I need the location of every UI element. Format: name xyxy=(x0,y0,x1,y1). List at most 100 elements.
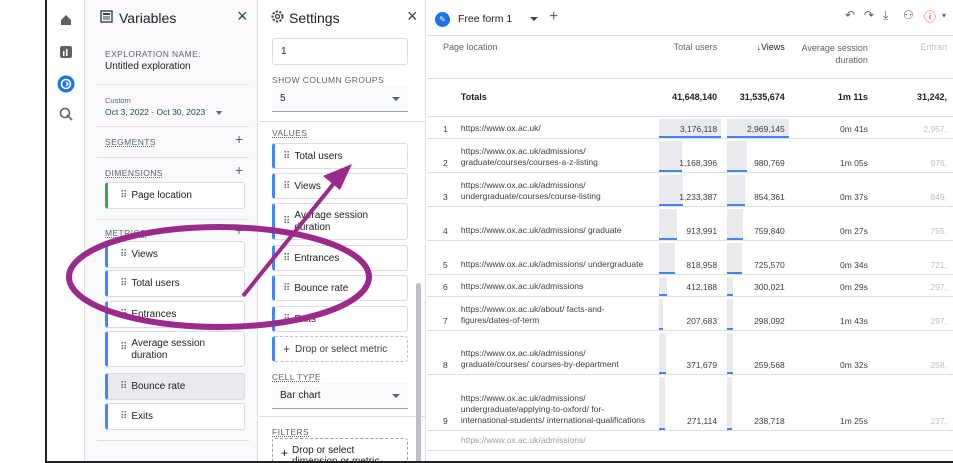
redo-icon[interactable]: ↷ xyxy=(864,8,874,22)
table-row[interactable]: 6 https://www.ox.ac.uk/admissions 412,188 3… xyxy=(427,274,953,297)
table-row[interactable]: 3 https://www.ox.ac.uk/admissions/ underg… xyxy=(427,172,953,207)
metric-chip-exits[interactable]: ⠿ Exits xyxy=(105,403,245,430)
views-cell-text: 854,361 xyxy=(754,191,785,202)
drag-handle-icon[interactable]: ⠿ xyxy=(283,253,290,264)
exploration-name-label: EXPLORATION NAME: xyxy=(105,49,201,59)
free-form-table: Page location Total users ↓Views Average… xyxy=(427,36,953,451)
drag-handle-icon[interactable]: ⠿ xyxy=(120,309,127,320)
table-row[interactable]: 1 https://www.ox.ac.uk/3,176,118 2,969,145… xyxy=(427,116,953,139)
total-users-cell: 1,233,387 xyxy=(657,172,726,207)
reports-icon[interactable] xyxy=(56,42,76,62)
views-cell-text: 2,969,145 xyxy=(746,123,785,134)
cell-type-value: Bar chart xyxy=(280,390,321,401)
table-row[interactable]: 8 https://www.ox.ac.uk/admissions/ gradua… xyxy=(427,330,953,375)
value-chip-average-session-duration[interactable]: ⠿ Average session duration xyxy=(272,203,408,240)
value-chip-entrances[interactable]: ⠿ Entrances xyxy=(272,245,408,271)
drag-handle-icon[interactable]: ⠿ xyxy=(283,151,290,162)
drag-handle-icon[interactable]: ⠿ xyxy=(283,314,290,325)
download-icon[interactable]: ⤓ xyxy=(883,8,888,23)
entrances-cell-text: 976, xyxy=(930,157,947,168)
drag-handle-icon[interactable]: ⠿ xyxy=(120,342,127,353)
metric-chip-entrances[interactable]: ⠿ Entrances xyxy=(105,301,245,328)
dimension-chip[interactable]: ⠿ Page location xyxy=(105,182,245,209)
table-row[interactable]: 7 https://www.ox.ac.uk/about/ facts-and-f… xyxy=(427,296,953,331)
tab-free-form-1[interactable]: ✎ Free form 1 xyxy=(435,8,539,30)
cell-type-select[interactable]: Bar chart xyxy=(272,383,408,409)
settings-scrollbar[interactable] xyxy=(416,283,421,461)
date-range-picker[interactable]: Oct 3, 2022 - Oct 30, 2023 xyxy=(105,107,222,117)
page-location-cell-text: https://www.ox.ac.uk/admissions/ graduat… xyxy=(460,347,619,369)
metric-chip-total-users[interactable]: ⠿ Total users xyxy=(105,270,245,297)
total-users-cell-text: 913,991 xyxy=(686,225,718,236)
share-icon[interactable]: ⚇ xyxy=(903,8,914,22)
table-row[interactable]: 5 https://www.ox.ac.uk/admissions/ underg… xyxy=(427,240,953,275)
header-average-session-duration[interactable]: Average session duration xyxy=(792,36,876,79)
close-icon[interactable]: × xyxy=(237,6,248,27)
value-chip-total-users[interactable]: ⠿ Total users xyxy=(272,143,408,169)
divider xyxy=(259,416,425,417)
plus-icon: + xyxy=(281,446,289,460)
drag-handle-icon[interactable]: ⠿ xyxy=(283,216,290,227)
page-location-cell-text: https://www.ox.ac.uk/admissions/ graduat… xyxy=(460,145,598,167)
total-users-cell: 412,188 xyxy=(657,274,726,297)
close-icon[interactable]: × xyxy=(407,6,418,27)
home-icon[interactable] xyxy=(56,10,76,30)
rows-input[interactable]: 1 xyxy=(272,38,408,65)
entrances-cell: 721, xyxy=(875,240,953,275)
metric-chip-average-session-duration[interactable]: ⠿ Average session duration xyxy=(105,331,245,367)
header-total-users[interactable]: Total users xyxy=(657,36,726,79)
variables-panel: Variables × EXPLORATION NAME: Untitled e… xyxy=(85,0,258,461)
totals-label: Totals xyxy=(460,78,658,117)
undo-icon[interactable]: ↶ xyxy=(845,8,855,22)
header-views[interactable]: ↓Views xyxy=(725,36,793,79)
plus-icon: + xyxy=(283,342,291,356)
divider xyxy=(97,126,249,127)
add-metric-button[interactable]: + xyxy=(235,222,243,238)
views-cell-text: 259,568 xyxy=(754,359,785,370)
drag-handle-icon[interactable]: ⠿ xyxy=(120,411,127,422)
table-row[interactable]: https://www.ox.ac.uk/admissions/ xyxy=(427,430,953,451)
advertising-icon[interactable] xyxy=(56,104,76,124)
add-tab-button[interactable]: + xyxy=(549,8,558,26)
header-entrances[interactable]: Entran xyxy=(875,36,953,79)
header-page-location[interactable]: Page location xyxy=(427,36,658,79)
chevron-down-icon[interactable] xyxy=(530,17,539,21)
drag-handle-icon[interactable]: ⠿ xyxy=(120,190,127,201)
bar-fill xyxy=(727,242,743,272)
table-row[interactable]: 2 https://www.ox.ac.uk/admissions/ gradua… xyxy=(427,138,953,173)
value-chip-views[interactable]: ⠿ Views xyxy=(272,173,408,199)
explore-icon[interactable] xyxy=(56,74,76,94)
chevron-down-icon[interactable]: ▾ xyxy=(942,11,946,20)
settings-title: Settings xyxy=(289,10,340,26)
value-chip-bounce-rate[interactable]: ⠿ Bounce rate xyxy=(272,275,408,301)
entrances-cell: 258, xyxy=(875,330,953,375)
table-row[interactable]: 9 https://www.ox.ac.uk/admissions/ underg… xyxy=(427,374,953,431)
bar-fill xyxy=(727,174,746,204)
drag-handle-icon[interactable]: ⠿ xyxy=(120,381,127,392)
divider xyxy=(259,121,425,122)
metric-chip-views[interactable]: ⠿ Views xyxy=(105,241,245,268)
add-dimension-button[interactable]: + xyxy=(235,162,243,178)
page-location-cell: https://www.ox.ac.uk/ xyxy=(460,116,658,139)
drop-metric-target[interactable]: + Drop or select metric xyxy=(272,336,408,362)
exploration-name-input[interactable]: Untitled exploration xyxy=(105,61,191,72)
views-cell: 854,361 xyxy=(725,172,793,207)
entrances-cell: 297, xyxy=(875,274,953,297)
drag-handle-icon[interactable]: ⠿ xyxy=(283,181,290,192)
page-location-cell: https://www.ox.ac.uk/admissions/ graduat… xyxy=(460,206,658,241)
total-users-cell: 913,991 xyxy=(657,206,726,241)
drag-handle-icon[interactable]: ⠿ xyxy=(120,249,127,260)
drag-handle-icon[interactable]: ⠿ xyxy=(120,278,127,289)
totals-entrances: 31,242, xyxy=(875,78,953,117)
add-segment-button[interactable]: + xyxy=(235,131,243,147)
alert-icon[interactable]: ⓘ xyxy=(924,8,936,25)
table-row[interactable]: 4 https://www.ox.ac.uk/admissions/ gradua… xyxy=(427,206,953,241)
value-chip-exits[interactable]: ⠿ Exits xyxy=(272,306,408,332)
variables-title: Variables xyxy=(119,10,177,26)
drag-handle-icon[interactable]: ⠿ xyxy=(283,283,290,294)
entrances-cell-text: 849, xyxy=(930,191,947,202)
bar-fill xyxy=(727,332,734,372)
metric-chip-bounce-rate[interactable]: ⠿ Bounce rate xyxy=(105,373,245,400)
drop-filter-target[interactable]: + Drop or select dimension or metric xyxy=(272,438,408,461)
column-groups-select[interactable]: 5 xyxy=(272,86,408,112)
